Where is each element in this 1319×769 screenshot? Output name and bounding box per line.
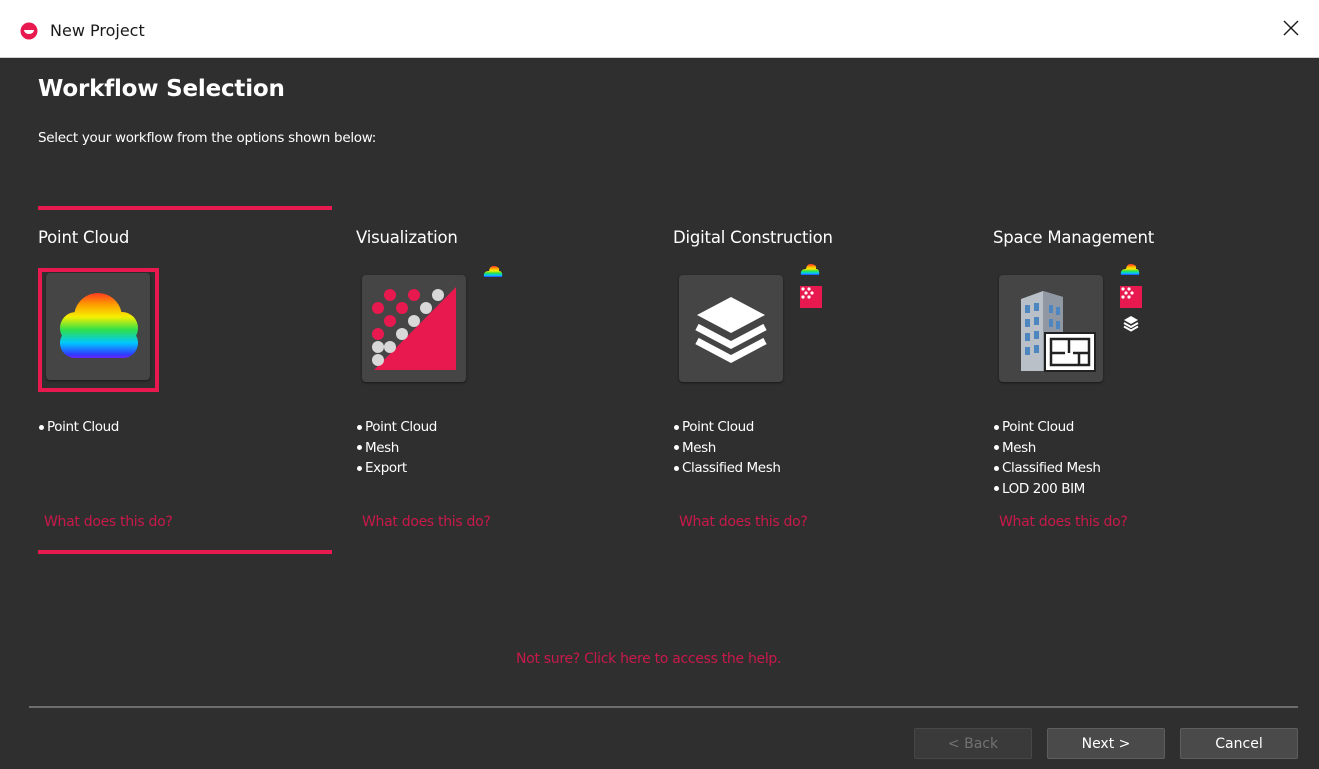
page-heading: Workflow Selection [38,76,285,102]
footer-divider [29,706,1298,708]
mesh-mini-icon [1120,286,1142,308]
cancel-button[interactable]: Cancel [1180,728,1298,759]
what-does-this-do-link[interactable]: What does this do? [362,514,491,530]
feature-item: Point Cloud [673,417,780,438]
feature-item: Export [356,458,437,479]
workflow-option-point-cloud[interactable]: Point Cloud Point Cloud What does this d… [38,206,334,558]
app-logo-icon [20,22,38,40]
workflow-option-visualization[interactable]: Visualization Point Cloud Mesh Export Wh… [356,206,652,558]
feature-item: Classified Mesh [993,458,1101,479]
back-button[interactable]: < Back [914,728,1032,759]
feature-item: Mesh [673,438,780,459]
feature-list: Point Cloud Mesh Classified Mesh [673,417,781,479]
selection-bar-bottom [38,550,332,554]
title-bar: New Project [0,0,1319,58]
space-management-icon[interactable] [999,275,1103,382]
feature-list: Point Cloud Mesh Classified Mesh LOD 200… [993,417,1101,500]
mesh-mini-icon [800,286,822,308]
layers-mini-icon [1123,316,1139,332]
help-link[interactable]: Not sure? Click here to access the help. [516,651,781,667]
selection-bar-top [38,206,332,210]
visualization-icon[interactable] [362,275,466,382]
close-icon [1283,20,1299,36]
option-title: Visualization [356,228,458,247]
what-does-this-do-link[interactable]: What does this do? [999,514,1128,530]
feature-item: Point Cloud [356,417,437,438]
point-cloud-mini-icon [1120,263,1140,275]
feature-item: Mesh [356,438,437,459]
feature-item: Mesh [993,438,1100,459]
next-button[interactable]: Next > [1047,728,1165,759]
option-title: Digital Construction [673,228,833,247]
new-project-dialog: New Project Workflow Selection Select yo… [0,0,1319,769]
feature-item: Point Cloud [38,417,119,438]
feature-item: LOD 200 BIM [993,479,1100,500]
workflow-option-digital-construction[interactable]: Digital Construction Point Cloud Mesh Cl… [673,206,969,558]
what-does-this-do-link[interactable]: What does this do? [44,514,173,530]
close-button[interactable] [1277,14,1305,42]
feature-list: Point Cloud Mesh Export [356,417,437,479]
point-cloud-mini-icon [483,265,503,277]
page-subheading: Select your workflow from the options sh… [38,130,376,146]
feature-item: Point Cloud [993,417,1100,438]
point-cloud-mini-icon [800,263,820,275]
what-does-this-do-link[interactable]: What does this do? [679,514,808,530]
feature-item: Classified Mesh [673,458,781,479]
digital-construction-icon[interactable] [679,275,783,382]
window-title: New Project [50,21,145,40]
workflow-option-space-management[interactable]: Space Management Point Cloud Mesh Classi… [993,206,1289,558]
feature-list: Point Cloud [38,417,119,438]
option-title: Point Cloud [38,228,130,247]
option-title: Space Management [993,228,1155,247]
point-cloud-icon[interactable] [46,273,150,380]
